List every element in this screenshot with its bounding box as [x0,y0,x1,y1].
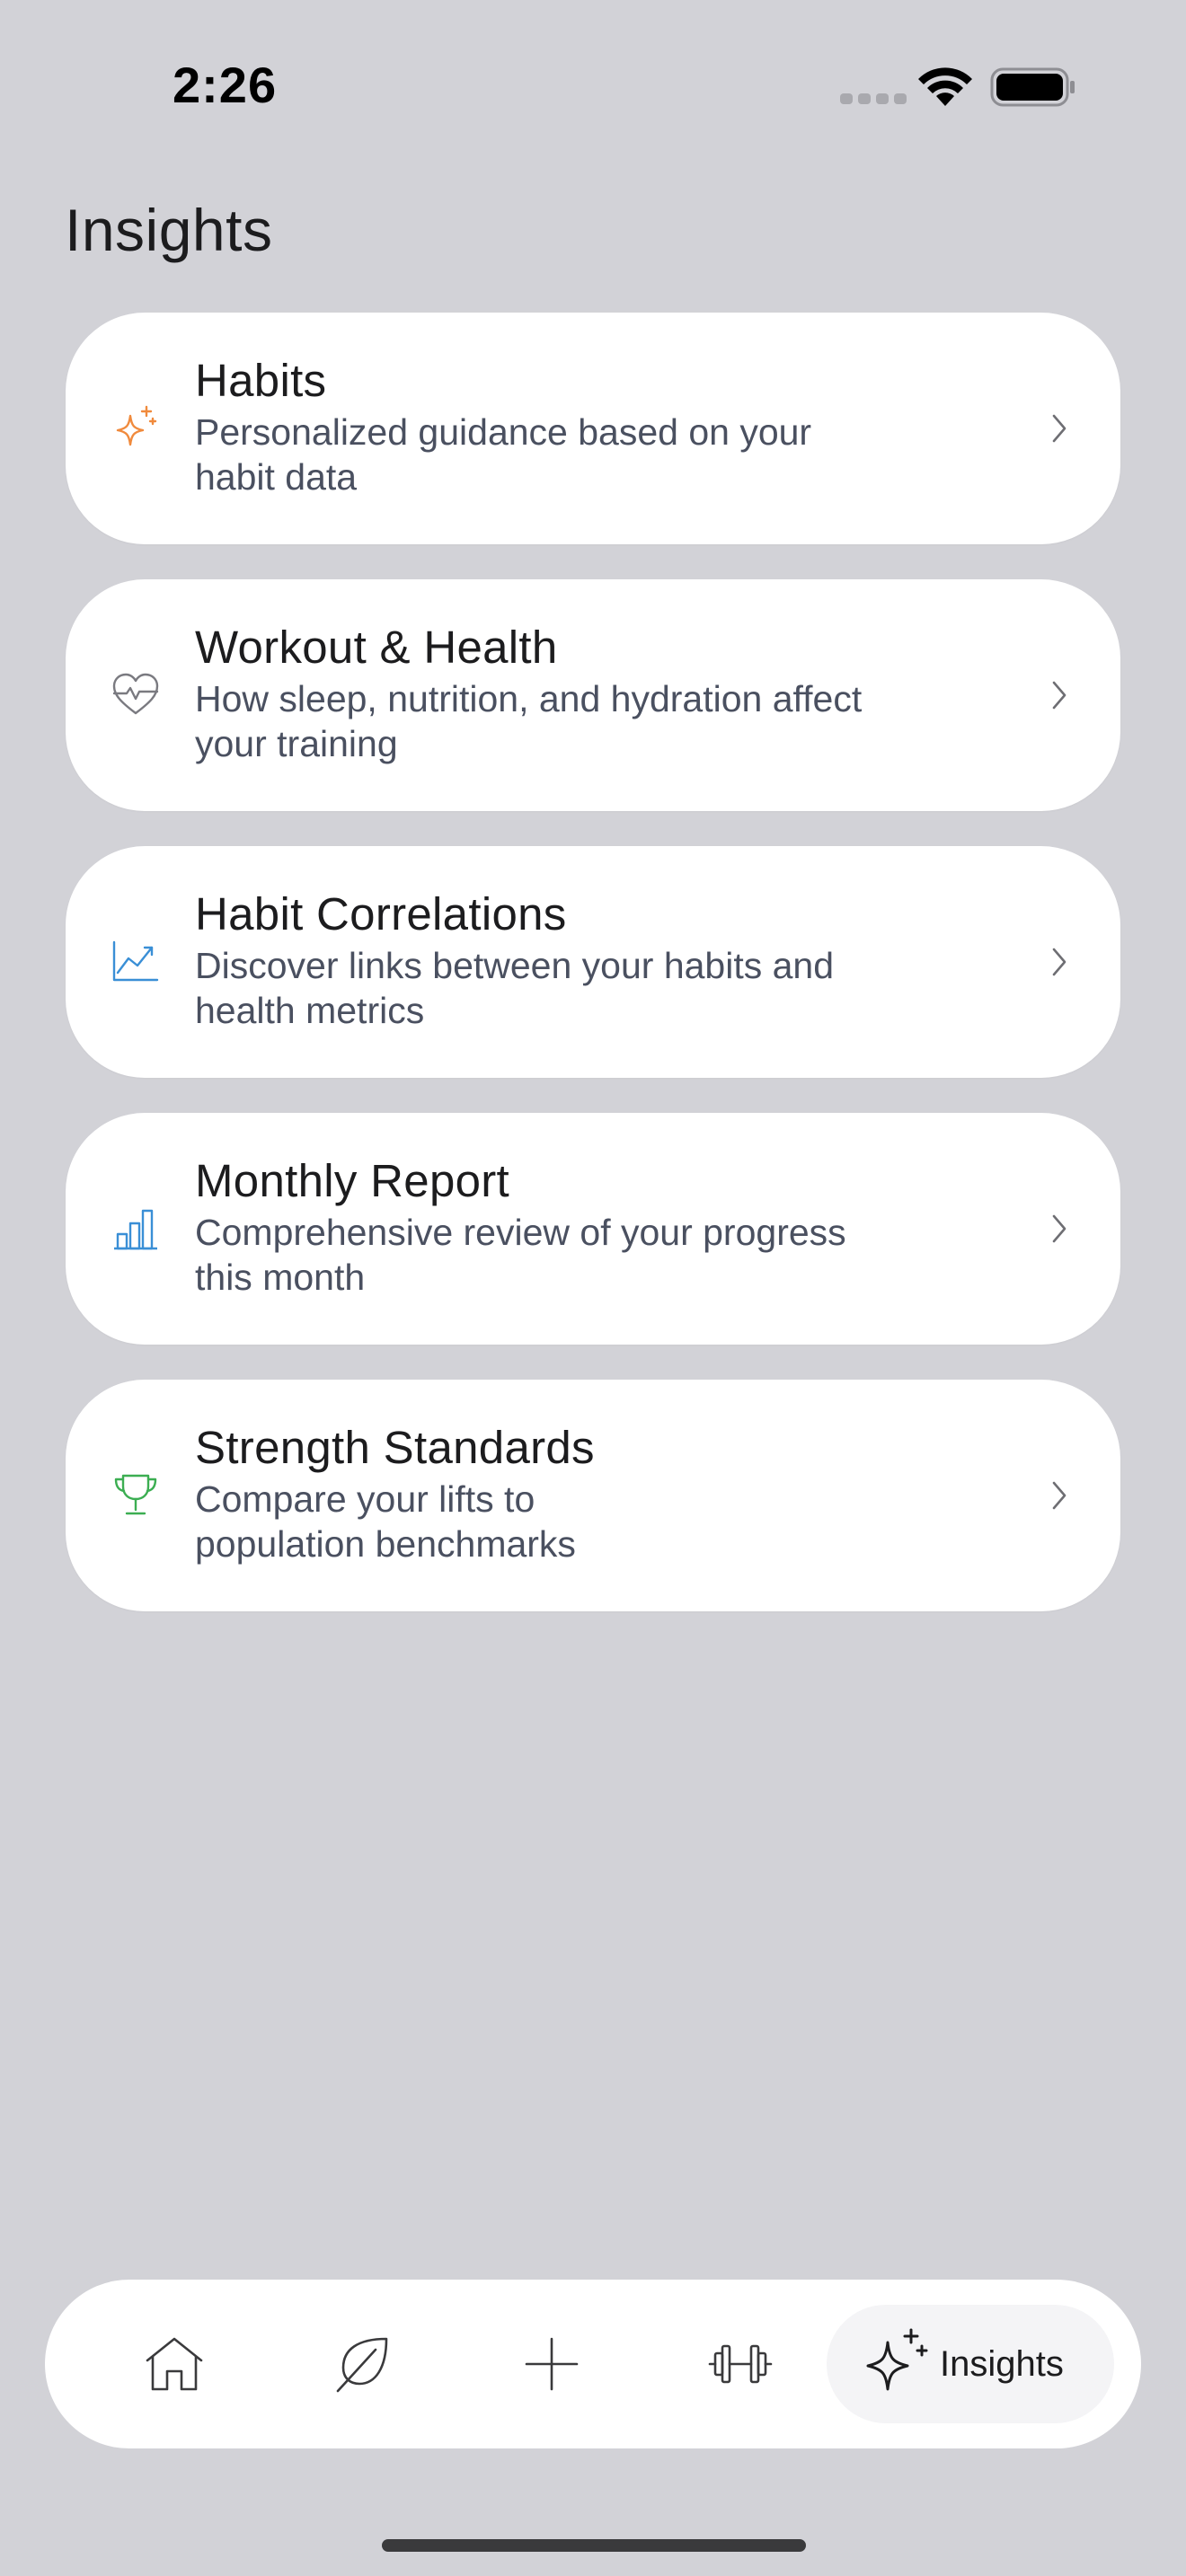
sparkles-icon [111,403,161,454]
tab-insights-label: Insights [940,2343,1064,2384]
trend-chart-icon [111,937,161,987]
page-title: Insights [65,197,273,263]
card-title: Monthly Report [195,1155,510,1206]
plus-icon [525,2337,579,2391]
battery-icon [990,67,1075,107]
tab-habits[interactable] [318,2319,408,2409]
card-title: Habits [195,355,327,406]
card-subtitle-line: population benchmarks [195,1523,576,1565]
status-time: 2:26 [173,57,278,113]
insights-card-list: Habits Personalized guidance based on yo… [66,313,1120,1646]
card-subtitle: Discover links between your habits and h… [195,943,986,1033]
chevron-right-icon [1052,1214,1067,1243]
card-subtitle-line: Compare your lifts to [195,1478,535,1520]
tab-add[interactable] [507,2319,597,2409]
home-icon [146,2337,203,2391]
card-monthly-report[interactable]: Monthly Report Comprehensive review of y… [66,1113,1120,1345]
heart-pulse-icon [111,670,161,720]
chevron-right-icon [1052,1481,1067,1510]
insights-screen: 2:26 Insights Habits Personalized guidan… [0,0,1186,2576]
dumbbell-icon [708,2344,773,2384]
card-subtitle-line: Discover links between your habits and [195,945,835,986]
card-subtitle-line: health metrics [195,990,425,1031]
card-habit-correlations[interactable]: Habit Correlations Discover links betwee… [66,846,1120,1078]
card-subtitle-line: habit data [195,456,358,498]
card-habits[interactable]: Habits Personalized guidance based on yo… [66,313,1120,544]
card-subtitle-line: your training [195,723,398,764]
chevron-right-icon [1052,414,1067,443]
card-subtitle: Comprehensive review of your progress th… [195,1210,986,1300]
chevron-right-icon [1052,681,1067,710]
chevron-right-icon [1052,948,1067,976]
card-subtitle-line: Personalized guidance based on your [195,411,812,453]
card-subtitle-line: this month [195,1257,366,1298]
tab-bar: Insights [45,2280,1141,2448]
leaf-icon [336,2337,388,2393]
home-indicator [382,2539,806,2552]
tab-home[interactable] [129,2319,219,2409]
tab-insights[interactable]: Insights [827,2305,1114,2423]
cellular-signal-icon [840,93,907,104]
card-strength-standards[interactable]: Strength Standards Compare your lifts to… [66,1380,1120,1611]
card-subtitle-line: How sleep, nutrition, and hydration affe… [195,678,863,719]
card-subtitle: How sleep, nutrition, and hydration affe… [195,676,986,766]
card-subtitle: Compare your lifts to population benchma… [195,1477,986,1566]
card-workout-health[interactable]: Workout & Health How sleep, nutrition, a… [66,579,1120,811]
bar-chart-icon [111,1204,161,1254]
wifi-icon [918,67,972,106]
card-title: Strength Standards [195,1422,595,1473]
card-subtitle: Personalized guidance based on your habi… [195,410,986,499]
card-subtitle-line: Comprehensive review of your progress [195,1212,846,1253]
trophy-icon [111,1470,161,1521]
card-title: Habit Correlations [195,888,567,940]
card-title: Workout & Health [195,622,558,673]
tab-workouts[interactable] [695,2319,785,2409]
status-bar: 2:26 [0,0,1186,180]
sparkles-icon [866,2328,928,2391]
